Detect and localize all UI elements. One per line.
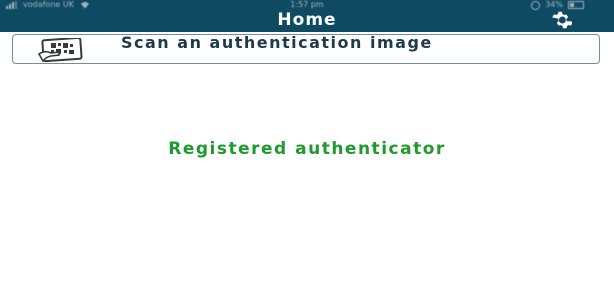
alarm-icon	[531, 0, 541, 10]
page-title: Home	[277, 10, 337, 30]
scan-authentication-button[interactable]: Scan an authentication image	[12, 34, 600, 64]
status-time: 1:57 pm	[290, 0, 324, 9]
battery-icon	[568, 1, 584, 9]
status-bar: vodafone UK 1:57 pm 34%	[0, 0, 614, 10]
scan-button-label: Scan an authentication image	[121, 33, 433, 52]
registration-status: Registered authenticator	[168, 139, 446, 159]
qr-scan-icon	[37, 38, 83, 62]
app-header: vodafone UK 1:57 pm 34% Home	[0, 0, 614, 32]
gear-icon[interactable]	[550, 9, 572, 31]
